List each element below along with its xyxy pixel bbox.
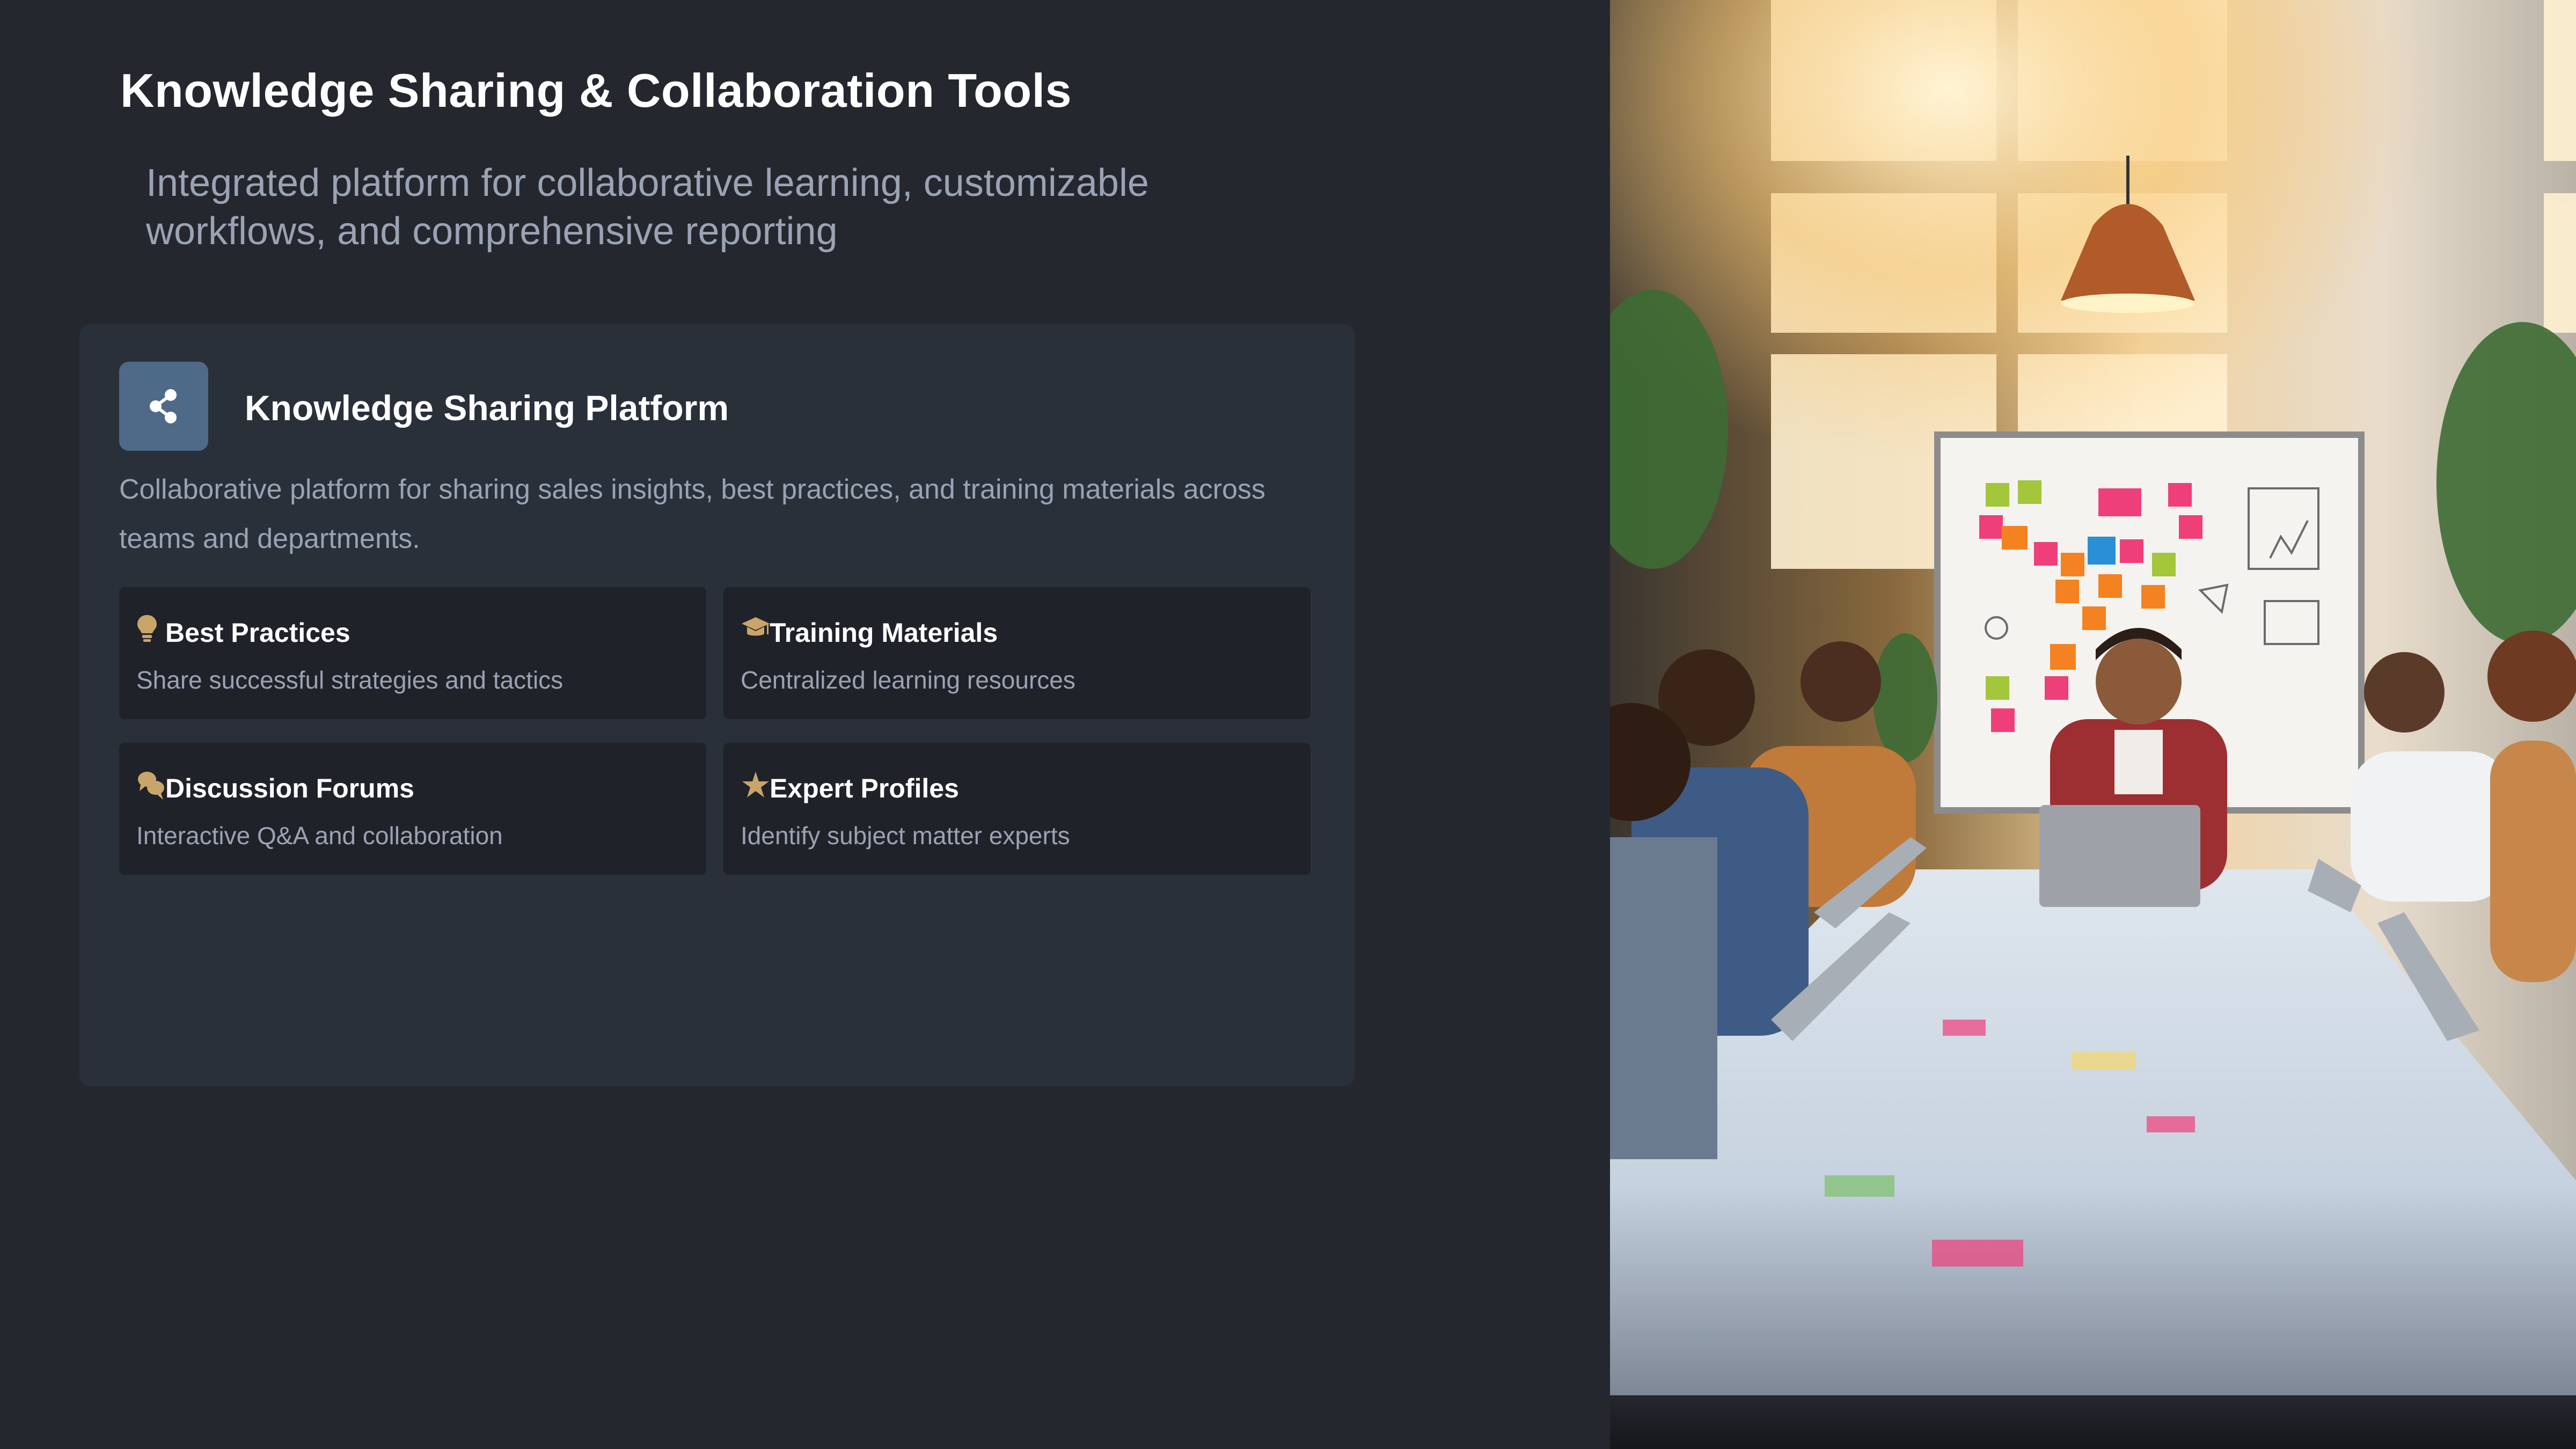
feature-title: Expert Profiles <box>770 773 959 803</box>
feature-description: Centralized learning resources <box>741 666 1075 694</box>
page-title: Knowledge Sharing & Collaboration Tools <box>120 64 1072 117</box>
feature-description: Share successful strategies and tactics <box>136 666 564 694</box>
feature-training-materials[interactable]: Training Materials Centralized learning … <box>723 587 1311 719</box>
knowledge-platform-card: Knowledge Sharing Platform Collaborative… <box>79 324 1355 1086</box>
feature-expert-profiles[interactable]: Expert Profiles Identify subject matter … <box>723 743 1311 875</box>
page-subtitle: Integrated platform for collaborative le… <box>146 162 1149 253</box>
feature-title: Discussion Forums <box>165 773 414 803</box>
feature-description: Interactive Q&A and collaboration <box>136 822 503 850</box>
feature-title: Training Materials <box>770 618 998 648</box>
feature-best-practices[interactable]: Best Practices Share successful strategi… <box>119 587 706 719</box>
team-meeting-photo <box>1610 0 2576 1449</box>
feature-discussion-forums[interactable]: Discussion Forums Interactive Q&A and co… <box>119 743 706 875</box>
slide: Knowledge Sharing & Collaboration Tools … <box>0 0 2576 1449</box>
star-icon <box>742 770 770 802</box>
card-description: Collaborative platform for sharing sales… <box>119 474 1265 554</box>
lightbulb-icon <box>137 614 165 646</box>
share-icon <box>119 362 208 451</box>
card-title: Knowledge Sharing Platform <box>245 388 729 428</box>
comments-icon <box>137 770 165 802</box>
feature-title: Best Practices <box>165 618 350 648</box>
content-panel: Knowledge Sharing & Collaboration Tools … <box>0 0 1610 1449</box>
feature-description: Identify subject matter experts <box>741 822 1070 850</box>
graduation-cap-icon <box>742 614 770 646</box>
